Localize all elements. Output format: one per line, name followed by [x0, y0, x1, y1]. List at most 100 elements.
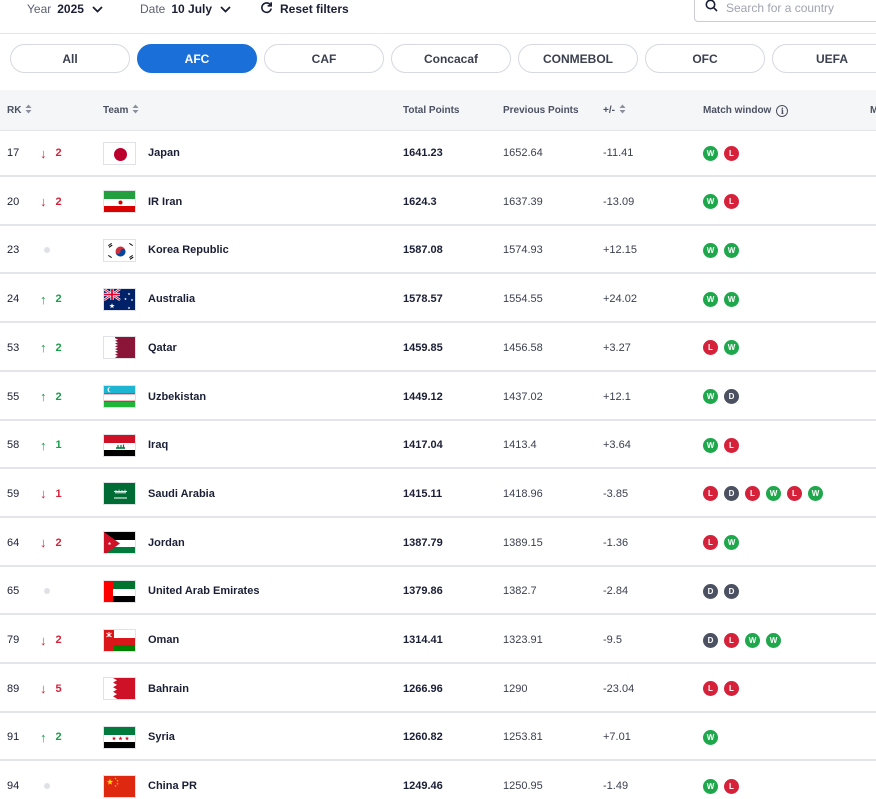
column-rank[interactable]: RK [7, 90, 32, 131]
reset-filters-button[interactable]: Reset filters [260, 0, 349, 18]
match-window-cell[interactable]: DLWW [703, 618, 787, 662]
points-diff-cell: -9.5 [603, 634, 622, 646]
previous-points-cell: 1652.64 [503, 147, 543, 159]
tab-caf[interactable]: CAF [264, 44, 384, 73]
team-name-link[interactable]: Oman [148, 618, 179, 662]
tab-ofc[interactable]: OFC [645, 44, 765, 73]
team-name-link[interactable]: China PR [148, 764, 197, 799]
syria-flag-icon [103, 725, 136, 749]
year-select[interactable]: Year 2025 [27, 0, 103, 18]
result-badge-w: W [703, 729, 718, 745]
points-diff-cell: -11.41 [603, 147, 634, 159]
column-rank-label: RK [7, 105, 22, 116]
tab-conmebol[interactable]: CONMEBOL [518, 44, 638, 73]
rank-cell: 23 [7, 244, 20, 257]
result-badge-l: L [745, 486, 760, 502]
team-name-link[interactable]: Jordan [148, 521, 185, 565]
team-name-link[interactable]: Qatar [148, 326, 177, 370]
result-badge-d: D [703, 632, 718, 648]
rank-change-value: 2 [55, 731, 62, 744]
match-window-cell[interactable]: WL [703, 423, 745, 467]
uae-flag-icon [103, 579, 136, 603]
tab-uefa[interactable]: UEFA [772, 44, 876, 73]
team-name-link[interactable]: Japan [148, 131, 180, 175]
match-window-cell[interactable]: LW [703, 326, 745, 370]
search-input[interactable] [726, 1, 876, 15]
match-window-cell[interactable]: LDLWLW [703, 472, 829, 516]
match-window-cell[interactable]: WW [703, 277, 745, 321]
column-team[interactable]: Team [103, 90, 139, 131]
match-window-cell[interactable]: WL [703, 180, 745, 224]
rank-change-value: 5 [55, 682, 62, 695]
table-row[interactable]: 58 ↑ 1 Iraq 1417.04 1413.4 +3.64 W L [0, 423, 876, 470]
column-total-points: Total Points [403, 90, 459, 131]
date-select[interactable]: Date 10 July [140, 0, 231, 18]
flag-cell [103, 667, 136, 711]
tab-concacaf[interactable]: Concacaf [391, 44, 511, 73]
match-window-cell[interactable]: WL [703, 764, 745, 799]
rank-change-value: 2 [55, 293, 62, 306]
match-window-cell[interactable]: WL [703, 131, 745, 175]
rank-change-value: 2 [55, 390, 62, 403]
match-window-cell[interactable]: W [703, 715, 724, 759]
flag-cell [103, 326, 136, 370]
result-badge-d: D [724, 583, 739, 599]
team-name-link[interactable]: United Arab Emirates [148, 569, 259, 613]
country-search[interactable] [694, 0, 876, 22]
table-row[interactable]: 65 United Arab Emirates 1379.86 1382.7 -2.84… [0, 569, 876, 616]
match-window-cell[interactable]: LW [703, 521, 745, 565]
tab-all[interactable]: All [10, 44, 130, 73]
table-row[interactable]: 91 ↑ 2 Syria 1260.82 1253.81 +7.01 W [0, 715, 876, 762]
reset-filters-label: Reset filters [280, 2, 349, 16]
team-name-link[interactable]: Korea Republic [148, 228, 229, 272]
table-row[interactable]: 79 ↓ 2 Oman 1314.41 1323.91 -9.5 D L W W [0, 618, 876, 664]
rank-change [40, 228, 50, 272]
previous-points-cell: 1554.55 [503, 293, 543, 306]
table-row[interactable]: 17 ↓ 2 Japan 1641.23 1652.64 -11.41 W L [0, 131, 876, 177]
table-row[interactable]: 59 ↓ 1 Saudi Arabia 1415.11 1418.96 -3.85 L D L W L… [0, 471, 876, 518]
total-points-cell: 1260.82 [403, 731, 443, 744]
total-points-cell: 1314.41 [403, 634, 443, 646]
team-name-link[interactable]: Iraq [148, 423, 168, 467]
match-window-cell[interactable]: WW [703, 228, 745, 272]
result-badge-d: D [703, 583, 718, 599]
column-extra-label: M [870, 105, 876, 116]
total-points-cell: 1578.57 [403, 293, 443, 306]
points-diff-cell: -1.49 [603, 780, 629, 793]
info-icon[interactable]: i [776, 104, 789, 117]
table-row[interactable]: 55 ↑ 2 Uzbekistan 1449.12 1437.02 +12.1 W D [0, 374, 876, 421]
table-row[interactable]: 89 ↓ 5 Bahrain 1266.96 1290 -23.04 L L [0, 666, 876, 713]
team-name-link[interactable]: Australia [148, 277, 195, 321]
match-window-cell[interactable]: LL [703, 667, 745, 711]
table-row[interactable]: 53 ↑ 2 Qatar 1459.85 1456.58 +3.27 L W [0, 325, 876, 372]
team-name-link[interactable]: Uzbekistan [148, 375, 206, 419]
team-name-link[interactable]: IR Iran [148, 180, 182, 224]
column-diff[interactable]: +/- [603, 90, 626, 131]
previous-points-cell: 1437.02 [503, 390, 543, 403]
column-diff-label: +/- [603, 105, 615, 116]
tab-afc[interactable]: AFC [137, 44, 257, 73]
table-row[interactable]: 24 ↑ 2 Australia 1578.57 1554.55 +24.02 W W [0, 277, 876, 324]
table-row[interactable]: 64 ↓ 2 Jordan 1387.79 1389.15 -1.36 L W [0, 520, 876, 567]
rank-change-value: 2 [55, 341, 62, 354]
previous-points-cell: 1253.81 [503, 731, 543, 744]
points-diff-cell: +3.27 [603, 341, 631, 354]
team-name-link[interactable]: Saudi Arabia [148, 472, 215, 516]
table-row[interactable]: 94 China PR 1249.46 1250.95 -1.49 W L [0, 764, 876, 799]
table-header: RK Team Total Points Previous Points +/-… [0, 90, 876, 131]
total-points-cell: 1587.08 [403, 244, 443, 257]
rank-change-value: 2 [55, 536, 62, 549]
team-name-link[interactable]: Bahrain [148, 667, 189, 711]
match-window-cell[interactable]: DD [703, 569, 745, 613]
result-badge-w: W [745, 632, 760, 648]
result-badge-l: L [724, 145, 739, 161]
flag-cell [103, 228, 136, 272]
total-points-cell: 1449.12 [403, 390, 443, 403]
table-row[interactable]: 23 Korea Republic 1587.08 1574.93 +12.15 W W [0, 228, 876, 275]
result-badge-d: D [724, 486, 739, 502]
team-name-link[interactable]: Syria [148, 715, 175, 759]
match-window-cell[interactable]: WD [703, 375, 745, 419]
total-points-cell: 1415.11 [403, 487, 443, 500]
table-row[interactable]: 20 ↓ 2 IR Iran 1624.3 1637.39 -13.09 W L [0, 179, 876, 226]
refresh-icon [260, 1, 280, 17]
